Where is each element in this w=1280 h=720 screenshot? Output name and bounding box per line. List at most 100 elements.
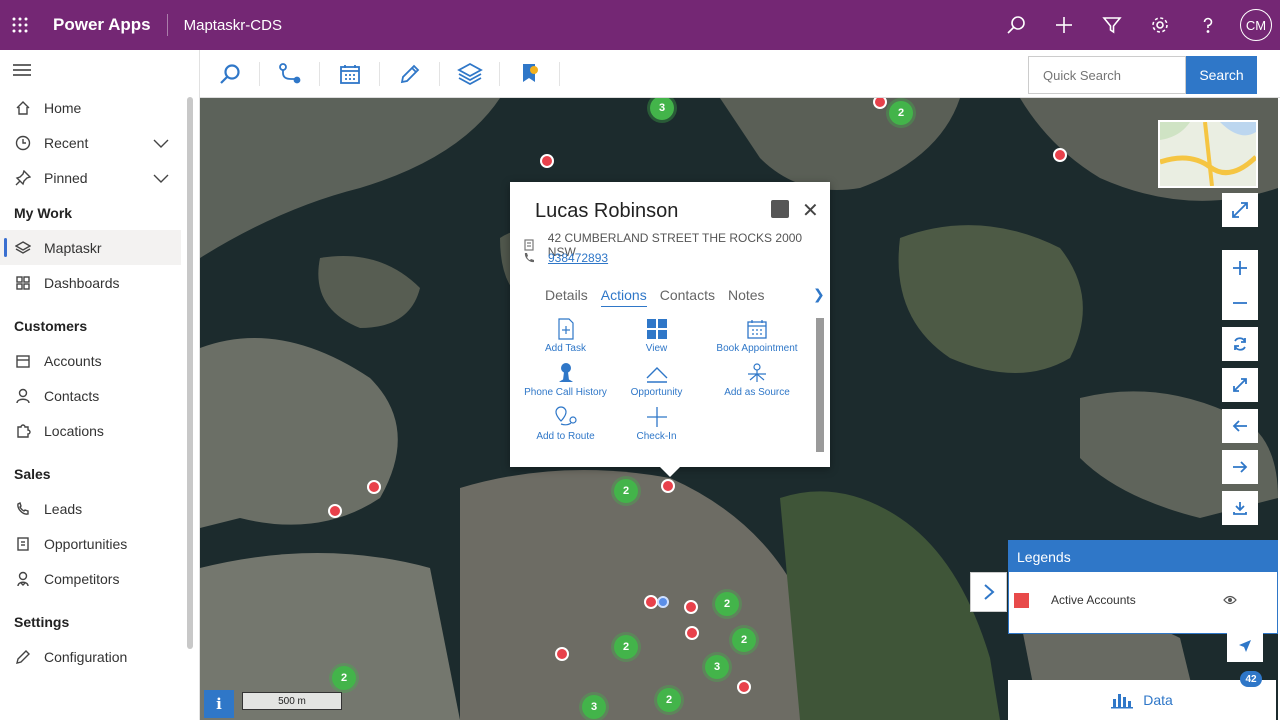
- add-as-source-action[interactable]: Add as Source: [702, 362, 812, 398]
- sidebar-item-label: Home: [44, 99, 82, 116]
- sidebar-item-recent[interactable]: Recent: [0, 125, 181, 160]
- territory-flag-icon[interactable]: [500, 50, 560, 98]
- cluster-marker[interactable]: 2: [715, 592, 739, 616]
- legend-title: Legends: [1009, 541, 1277, 572]
- view-action[interactable]: View: [611, 318, 702, 354]
- map-toolbar: Search: [200, 50, 1280, 98]
- section-customers: Customers: [14, 317, 88, 334]
- cluster-marker[interactable]: 2: [614, 479, 638, 503]
- search-icon[interactable]: [992, 0, 1040, 50]
- open-record-icon[interactable]: [771, 200, 789, 218]
- bar-chart-icon: [1111, 694, 1134, 709]
- draw-pencil-icon[interactable]: [380, 50, 440, 98]
- quick-search-input[interactable]: [1028, 56, 1186, 94]
- sidebar-item-leads[interactable]: Leads: [0, 491, 181, 526]
- map-search-icon[interactable]: [200, 50, 260, 98]
- account-pin[interactable]: [367, 480, 381, 494]
- info-button[interactable]: i: [204, 690, 234, 718]
- brand-name[interactable]: Power Apps: [53, 15, 151, 35]
- book-appointment-action[interactable]: Book Appointment: [702, 318, 812, 354]
- search-button[interactable]: Search: [1186, 56, 1257, 94]
- layers-icon[interactable]: [440, 50, 500, 98]
- account-pin[interactable]: [685, 626, 699, 640]
- route-icon[interactable]: [260, 50, 320, 98]
- account-phone-link[interactable]: 938472893: [548, 251, 608, 265]
- navigate-button[interactable]: [1227, 630, 1263, 662]
- cluster-marker[interactable]: 2: [889, 101, 913, 125]
- tab-contacts[interactable]: Contacts: [660, 287, 715, 307]
- check-in-action[interactable]: Check-In: [611, 406, 702, 442]
- phone-call-history-action[interactable]: Phone Call History: [520, 362, 611, 398]
- section-my-work: My Work: [14, 204, 73, 221]
- settings-gear-icon[interactable]: [1136, 0, 1184, 50]
- chevron-right-icon[interactable]: ❯: [813, 286, 825, 303]
- cluster-marker[interactable]: 3: [705, 655, 729, 679]
- overview-minimap[interactable]: [1158, 120, 1258, 188]
- cluster-marker[interactable]: 2: [332, 666, 356, 690]
- sidebar-item-label: Configuration: [44, 648, 128, 665]
- help-icon[interactable]: [1184, 0, 1232, 50]
- app-name[interactable]: Maptaskr-CDS: [184, 17, 282, 34]
- source-icon: [748, 363, 766, 382]
- sidebar-item-competitors[interactable]: Competitors: [0, 561, 181, 596]
- legend-collapse-button[interactable]: [970, 572, 1007, 612]
- phone-icon: [520, 252, 538, 264]
- sidebar-item-locations[interactable]: Locations: [0, 413, 181, 448]
- tab-notes[interactable]: Notes: [728, 287, 765, 307]
- filter-icon[interactable]: [1088, 0, 1136, 50]
- account-pin[interactable]: [644, 595, 658, 609]
- sidebar-item-contacts[interactable]: Contacts: [0, 378, 181, 413]
- download-button[interactable]: [1222, 491, 1258, 525]
- refresh-button[interactable]: [1222, 327, 1258, 361]
- sidebar-item-accounts[interactable]: Accounts: [0, 343, 181, 378]
- arrow-right-icon: [1233, 461, 1248, 473]
- account-pin[interactable]: [1053, 148, 1067, 162]
- tab-actions[interactable]: Actions: [600, 287, 647, 307]
- account-pin[interactable]: [737, 680, 751, 694]
- cluster-marker[interactable]: 2: [732, 628, 756, 652]
- chevron-down-icon[interactable]: [153, 136, 169, 152]
- user-avatar[interactable]: CM: [1240, 9, 1272, 41]
- cluster-marker[interactable]: 3: [582, 695, 606, 719]
- next-extent-button[interactable]: [1222, 450, 1258, 484]
- sidebar-item-label: Accounts: [44, 352, 102, 369]
- sidebar-item-dashboards[interactable]: Dashboards: [0, 265, 181, 300]
- sidebar-item-opportunities[interactable]: Opportunities: [0, 526, 181, 561]
- cluster-marker[interactable]: 2: [614, 635, 638, 659]
- dashboard-icon: [14, 274, 32, 292]
- add-task-action[interactable]: Add Task: [520, 318, 611, 354]
- account-pin[interactable]: [684, 600, 698, 614]
- expand-map-button[interactable]: [1222, 193, 1258, 227]
- action-label: View: [645, 343, 668, 354]
- close-icon[interactable]: ✕: [802, 198, 819, 223]
- account-pin[interactable]: [555, 647, 569, 661]
- account-pin[interactable]: [661, 479, 675, 493]
- chevron-down-icon[interactable]: [153, 171, 169, 187]
- add-to-route-action[interactable]: Add to Route: [520, 406, 611, 442]
- sidebar-item-configuration[interactable]: Configuration: [0, 639, 181, 674]
- account-pin[interactable]: [328, 504, 342, 518]
- sidebar-item-maptaskr[interactable]: Maptaskr: [0, 230, 181, 265]
- opportunity-action[interactable]: Opportunity: [611, 362, 702, 398]
- download-icon: [1233, 502, 1247, 515]
- visibility-eye-icon[interactable]: [1223, 594, 1237, 608]
- cluster-marker[interactable]: 2: [657, 688, 681, 712]
- zoom-in-icon[interactable]: [1232, 260, 1248, 276]
- sidebar-scrollbar[interactable]: [187, 97, 193, 649]
- action-label: Add as Source: [724, 387, 790, 398]
- tab-details[interactable]: Details: [545, 287, 588, 307]
- popup-scrollbar[interactable]: [816, 318, 824, 452]
- sidebar-item-label: Leads: [44, 500, 83, 517]
- fullscreen-button[interactable]: [1222, 368, 1258, 402]
- hamburger-menu-icon[interactable]: [0, 50, 199, 90]
- previous-extent-button[interactable]: [1222, 409, 1258, 443]
- account-pin[interactable]: [540, 154, 554, 168]
- sidebar-item-home[interactable]: Home: [0, 90, 181, 125]
- data-panel-button[interactable]: Data: [1008, 680, 1276, 720]
- person-icon: [14, 387, 32, 405]
- app-launcher-icon[interactable]: [0, 0, 40, 50]
- zoom-out-icon[interactable]: [1232, 295, 1248, 311]
- add-icon[interactable]: [1040, 0, 1088, 50]
- sidebar-item-pinned[interactable]: Pinned: [0, 160, 181, 195]
- calendar-icon[interactable]: [320, 50, 380, 98]
